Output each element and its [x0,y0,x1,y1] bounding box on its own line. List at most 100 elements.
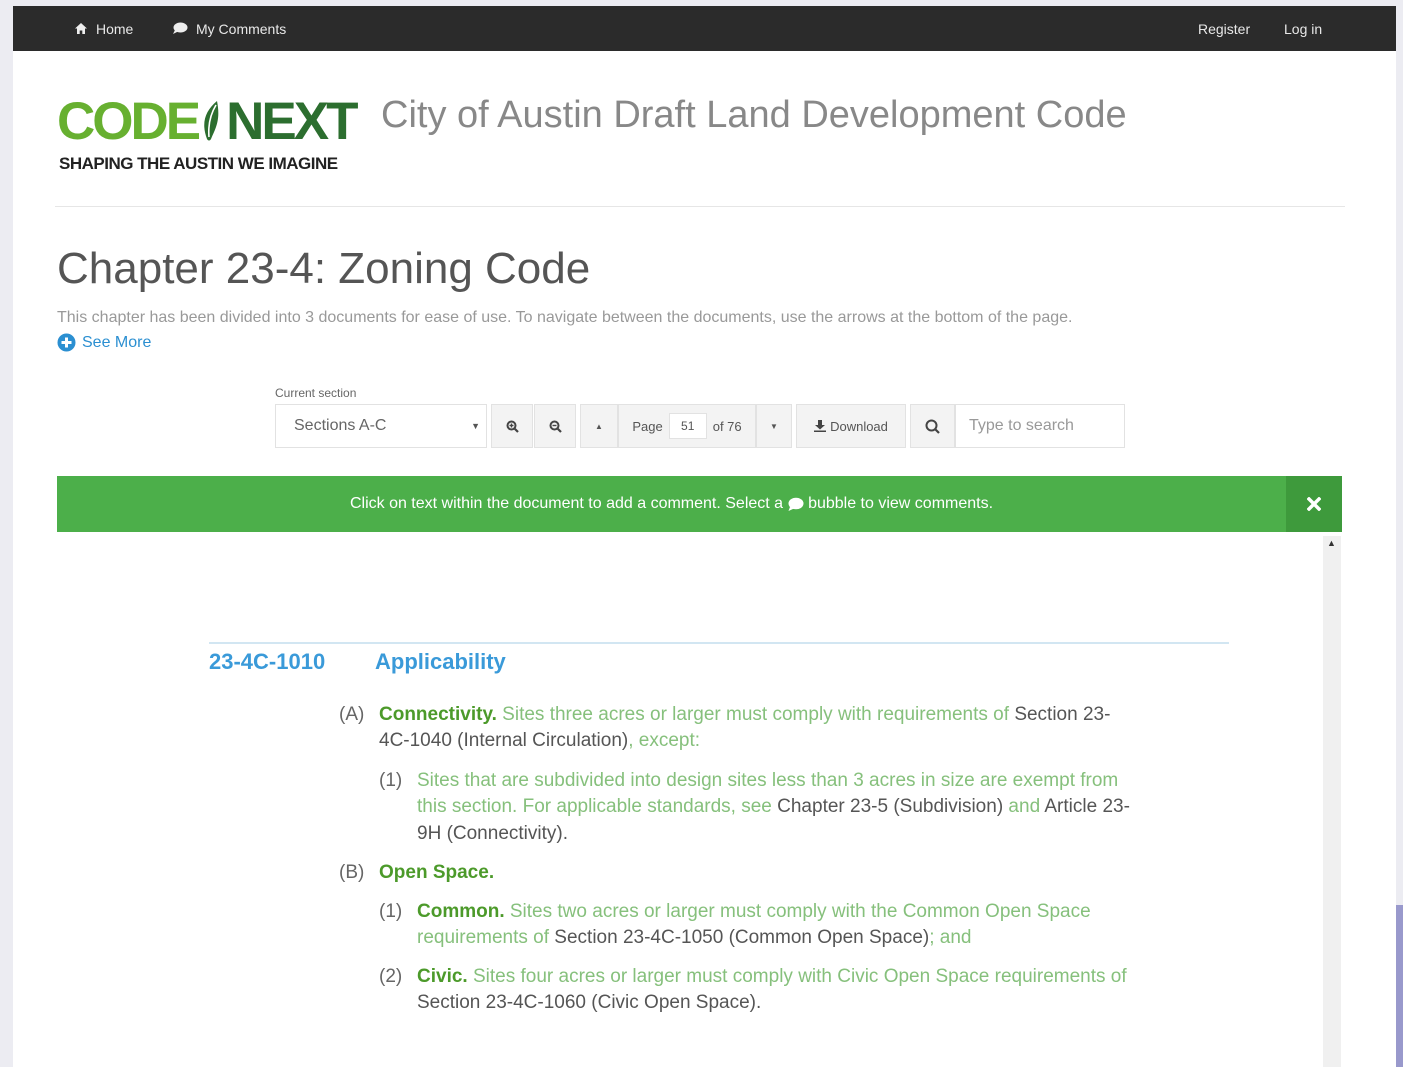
caret-down-icon: ▼ [770,421,778,431]
paragraph-a1[interactable]: (1) Sites that are subdivided into desig… [379,768,1229,848]
paragraph-a1-line-2: this section. For applicable standards, … [417,794,1130,820]
home-icon [75,23,87,34]
search-placeholder: Type to search [969,417,1074,434]
paragraph-text: Sites four acres or larger must comply w… [467,966,1127,987]
nav-login-link[interactable]: Log in [1284,6,1322,51]
paragraph-b1-common[interactable]: (1) Common. Sites two acres or larger mu… [379,899,1229,955]
scroll-up-arrow-icon[interactable]: ▲ [1327,538,1336,548]
page-title: Chapter 23-4: Zoning Code [57,244,591,293]
previous-page-button[interactable]: ▲ [580,404,618,448]
page-label: Page [632,418,663,434]
paragraph-b2-civic[interactable]: (2) Civic. Sites four acres or larger mu… [379,964,1229,1020]
paragraph-text: , except: [628,730,701,751]
nav-home-link[interactable]: Home [74,6,133,51]
paragraph-text: and [1003,796,1045,817]
close-icon [1307,497,1321,511]
banner-close-button[interactable] [1286,476,1342,532]
paragraph-a-connectivity[interactable]: (A) Connectivity. Sites three acres or l… [339,702,1219,758]
paragraph-text: ; and [929,927,972,948]
section-number: 23-4C-1010 [209,649,326,674]
zoom-in-icon [506,420,519,433]
logo-tagline: SHAPING THE AUSTIN WE IMAGINE [59,154,338,173]
page: Home My Comments Register Log in CODE NE… [13,6,1396,1067]
section-divider [209,642,1229,644]
nav-home-label: Home [96,20,134,37]
comment-bubble-icon [788,497,804,511]
paragraph-text: this section. For applicable standards, … [417,796,778,817]
nav-login-label: Log in [1284,20,1323,37]
nav-register-label: Register [1198,20,1251,37]
paragraph-b2-line-2: Section 23-4C-1060 (Civic Open Space). [417,990,761,1016]
codenext-logo[interactable]: CODE NEXT SHAPING THE AUSTIN WE IMAGINE [57,92,367,174]
paragraph-text: . [562,823,568,844]
search-icon [925,419,940,434]
search-button[interactable] [910,404,955,448]
paragraph-a1-line-1: Sites that are subdivided into design si… [417,770,1119,791]
chapter-description: This chapter has been divided into 3 doc… [57,309,1073,326]
comment-icon [173,22,188,34]
cross-reference: 9H (Connectivity) [417,823,563,844]
section-select-value: Sections A-C [294,417,387,434]
cross-reference: Chapter 23-5 (Subdivision) [777,796,1004,817]
zoom-out-button[interactable] [534,404,576,448]
download-button[interactable]: Download [796,404,906,448]
paragraph-text: requirements of [417,927,555,948]
see-more-link[interactable]: See More [57,333,151,352]
page-indicator: Page 51 of 76 [618,404,756,448]
term-civic: Civic. [417,966,468,987]
page-number-input[interactable]: 51 [668,413,707,439]
cross-reference: Section 23-4C-1060 (Civic Open Space) [417,992,757,1013]
banner-text-after: bubble to view comments. [808,495,994,512]
paragraph-b1-line-2: requirements of Section 23-4C-1050 (Comm… [417,925,971,951]
banner-text-before: Click on text within the document to add… [349,495,784,512]
cross-reference: 4C-1040 (Internal Circulation) [379,730,629,751]
paragraph-b2-line-1: Civic. Sites four acres or larger must c… [417,964,1127,990]
zoom-in-button[interactable] [491,404,533,448]
paragraph-text: Sites three acres or larger must comply … [496,704,1015,725]
section-title: Applicability [375,649,506,674]
nav-register-link[interactable]: Register [1198,6,1250,51]
paragraph-text: . [756,992,762,1013]
zoom-out-icon [549,420,562,433]
term-connectivity: Connectivity. [379,704,497,725]
paragraph-label: (B) [339,862,365,883]
chevron-down-icon: ▼ [471,421,480,431]
download-icon [814,420,827,432]
download-label: Download [830,418,888,434]
paragraph-b-open-space[interactable]: (B) Open Space. [339,860,1219,888]
paragraph-label: (2) [379,966,403,987]
paragraph-a1-line-3: 9H (Connectivity). [417,821,568,847]
term-common: Common. [417,901,505,922]
nav-my-comments-label: My Comments [196,20,287,37]
paragraph-text: Sites two acres or larger must comply wi… [504,901,1091,922]
paragraph-label: (1) [379,770,403,791]
leaf-icon [204,101,219,141]
paragraph-a-line-1: Connectivity. Sites three acres or large… [379,702,1110,728]
paragraph-b1-line-1: Common. Sites two acres or larger must c… [417,899,1091,925]
banner-message: Click on text within the document to add… [57,476,1286,532]
see-more-label: See More [82,333,152,351]
page-total: of 76 [712,418,742,434]
logo-word-code: CODE [57,92,201,151]
site-title: City of Austin Draft Land Development Co… [381,94,1127,136]
paragraph-a-line-2: 4C-1040 (Internal Circulation), except: [379,728,700,754]
comment-instruction-banner: Click on text within the document to add… [57,476,1342,532]
cross-reference: Section 23-4C-1050 (Common Open Space) [554,927,930,948]
section-select[interactable]: Sections A-C ▼ [275,404,487,448]
paragraph-label: (A) [339,704,365,725]
paragraph-b-line-1: Open Space. [379,860,494,886]
plus-circle-icon [57,333,76,352]
caret-up-icon: ▲ [595,421,603,431]
header-divider [55,206,1345,207]
logo-word-next: NEXT [226,92,358,151]
next-page-button[interactable]: ▼ [756,404,792,448]
cross-reference: Section 23- [1014,704,1111,725]
search-input[interactable]: Type to search [955,404,1125,448]
nav-my-comments-link[interactable]: My Comments [172,6,286,51]
term-open-space: Open Space. [379,862,495,883]
document-scrollbar[interactable] [1323,536,1341,1067]
window-edge-strip [1396,905,1403,1067]
current-section-label: Current section [275,386,357,400]
paragraph-label: (1) [379,901,403,922]
cross-reference: Article 23- [1044,796,1130,817]
